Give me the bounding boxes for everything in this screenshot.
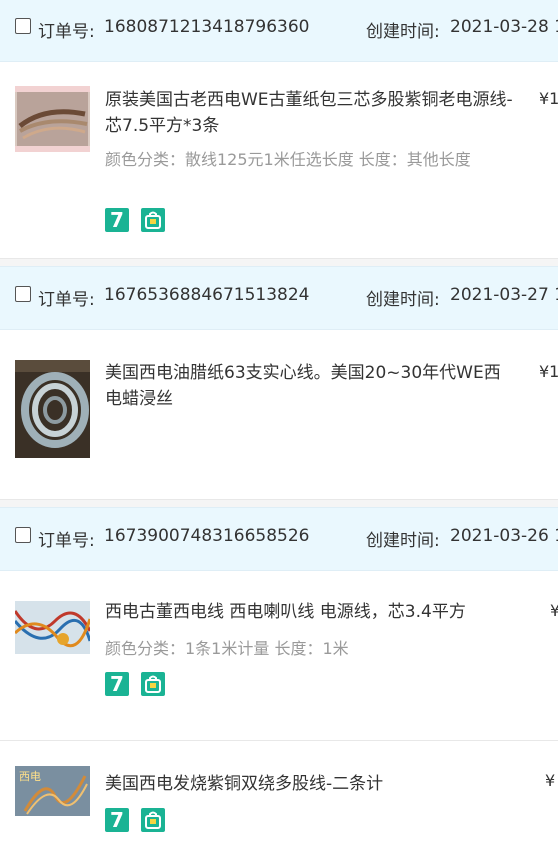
seven-day-return-icon: 7 [105,808,129,832]
shopping-bag-icon [141,808,165,832]
order-header: 订单号: 1673900748316658526 创建时间: 2021-03-2… [0,507,558,571]
created-time-label: 创建时间: [366,531,440,551]
order-number: 1680871213418796360 [104,17,310,37]
shopping-bag-icon [141,672,165,696]
created-time-label: 创建时间: [366,22,440,42]
order-number: 1676536884671513824 [104,285,310,305]
thumbnail-label: 西电 [19,770,41,783]
order-checkbox[interactable] [15,527,31,543]
product-price: ¥ [545,771,556,790]
product-price: ¥1 [539,89,558,108]
product-price: ¥ [550,601,558,620]
item-divider [0,740,558,741]
order-checkbox[interactable] [15,286,31,302]
product-thumbnail[interactable] [15,601,90,654]
shopping-bag-icon [141,208,165,232]
order-header: 订单号: 1676536884671513824 创建时间: 2021-03-2… [0,266,558,330]
product-price: ¥1 [539,362,558,381]
seven-day-return-icon: 7 [105,672,129,696]
product-title[interactable]: 美国西电发烧紫铜双绕多股线-二条计 [105,771,515,797]
product-thumbnail[interactable]: 西电 [15,766,90,816]
order-number-label: 订单号: [38,290,95,310]
order-checkbox[interactable] [15,18,31,34]
order-header: 订单号: 1680871213418796360 创建时间: 2021-03-2… [0,0,558,62]
order-number-label: 订单号: [38,22,95,42]
created-time: 2021-03-28 16 [450,17,558,37]
order-separator [0,499,558,507]
order-number-label: 订单号: [38,531,95,551]
product-title[interactable]: 西电古董西电线 西电喇叭线 电源线，芯3.4平方 [105,599,515,625]
created-time-label: 创建时间: [366,290,440,310]
seven-day-return-icon: 7 [105,208,129,232]
created-time: 2021-03-26 1 [450,526,558,546]
created-time: 2021-03-27 14 [450,285,558,305]
order-separator [0,258,558,266]
product-properties: 颜色分类：1条1米计量 长度：1米 [105,639,349,658]
order-number: 1673900748316658526 [104,526,310,546]
